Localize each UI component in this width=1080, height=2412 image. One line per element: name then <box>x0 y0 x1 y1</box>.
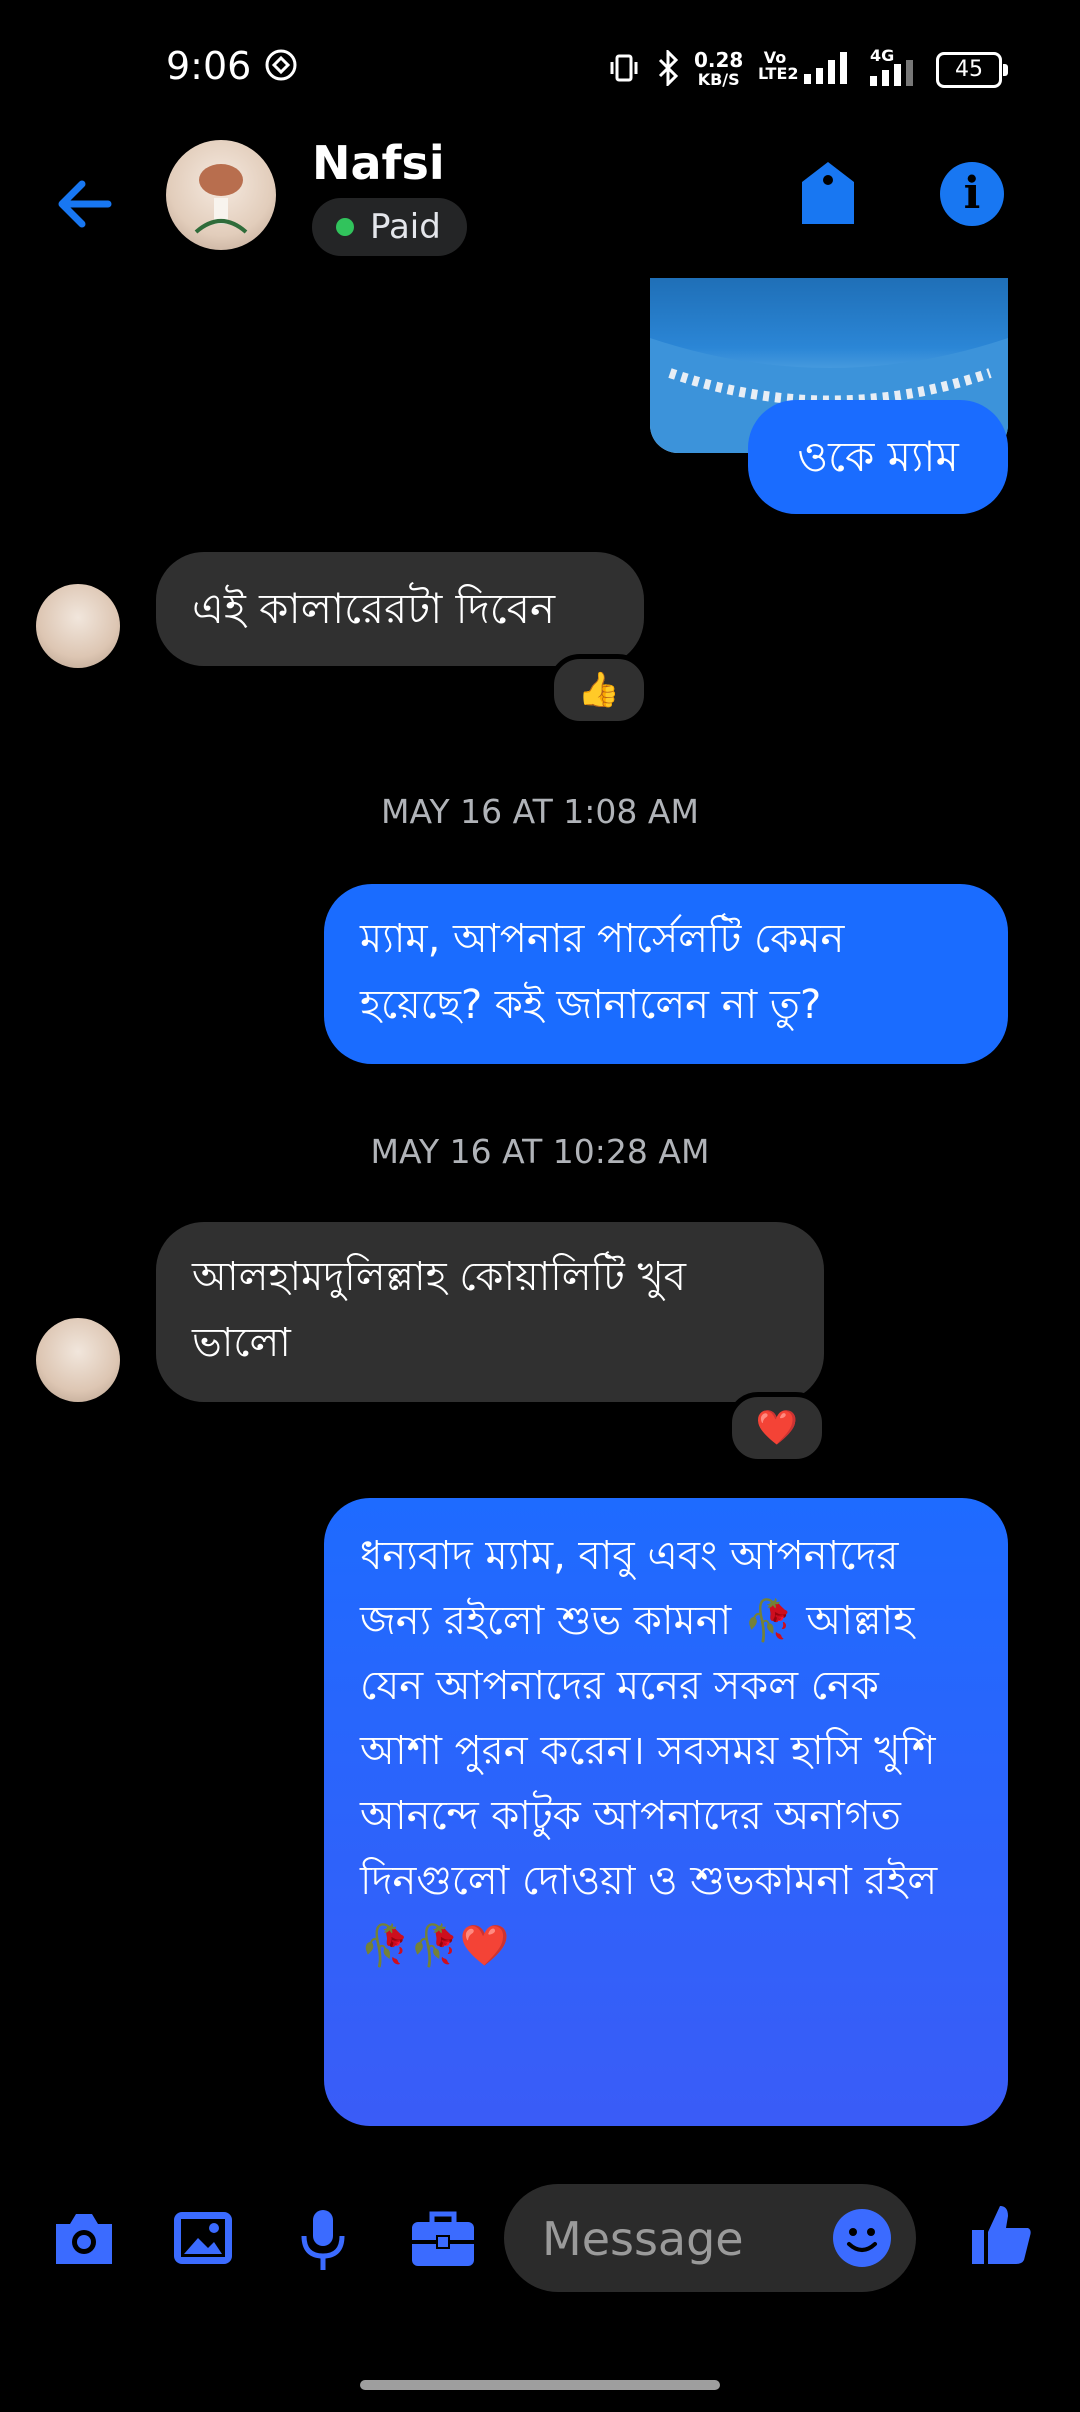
network-speed: 0.28 KB/S <box>694 48 744 89</box>
chatgpt-notification-icon <box>265 49 297 81</box>
like-icon[interactable] <box>970 2202 1034 2266</box>
message-input[interactable] <box>540 2208 824 2270</box>
home-indicator[interactable] <box>360 2380 720 2390</box>
sender-avatar[interactable] <box>36 1318 120 1402</box>
timestamp: MAY 16 AT 10:28 AM <box>370 1132 710 1171</box>
signal-2-icon <box>870 60 913 86</box>
back-arrow-icon[interactable] <box>52 172 116 236</box>
microphone-icon[interactable] <box>298 2208 348 2274</box>
avatar-image <box>194 164 248 234</box>
paid-label-chip[interactable]: Paid <box>312 198 467 256</box>
thumbs-up-reaction[interactable]: 👍 <box>549 654 649 726</box>
vibrate-icon <box>610 54 638 82</box>
message-composer <box>0 2180 1080 2300</box>
message-bubble-outgoing[interactable]: ওকে ম্যাম <box>748 400 1008 514</box>
battery-indicator: 45 <box>936 52 1008 88</box>
volte-indicator: Vo LTE2 <box>758 48 799 83</box>
message-bubble-outgoing[interactable]: ধন্যবাদ ম্যাম, বাবু এবং আপনাদের জন্য রইল… <box>324 1498 1008 2126</box>
emoji-icon[interactable] <box>832 2208 892 2268</box>
message-bubble-outgoing[interactable]: ম্যাম, আপনার পার্সেলটি কেমন হয়েছে? কই জ… <box>324 884 1008 1064</box>
heart-reaction[interactable]: ❤️ <box>727 1392 827 1464</box>
message-bubble-incoming[interactable]: এই কালারেরটা দিবেন <box>156 552 644 666</box>
info-icon[interactable]: i <box>940 162 1004 226</box>
camera-icon[interactable] <box>50 2208 118 2268</box>
contact-avatar[interactable] <box>166 140 276 250</box>
contact-name[interactable]: Nafsi <box>312 136 445 190</box>
message-field[interactable] <box>504 2184 916 2292</box>
briefcase-icon[interactable] <box>410 2208 476 2268</box>
gallery-icon[interactable] <box>172 2208 234 2268</box>
status-time: 9:06 <box>166 44 252 88</box>
bluetooth-icon <box>658 50 679 86</box>
tag-icon[interactable] <box>796 158 860 230</box>
status-dot-icon <box>336 218 354 236</box>
signal-icon <box>804 52 847 84</box>
paid-label: Paid <box>370 207 441 247</box>
chat-header: Nafsi Paid i <box>0 136 1080 278</box>
timestamp: MAY 16 AT 1:08 AM <box>381 792 699 831</box>
sender-avatar[interactable] <box>36 584 120 668</box>
message-bubble-incoming[interactable]: আলহামদুলিল্লাহ কোয়ালিটি খুব ভালো <box>156 1222 824 1402</box>
status-bar: 9:06 0.28 KB/S Vo LTE2 4G 45 <box>0 0 1080 136</box>
